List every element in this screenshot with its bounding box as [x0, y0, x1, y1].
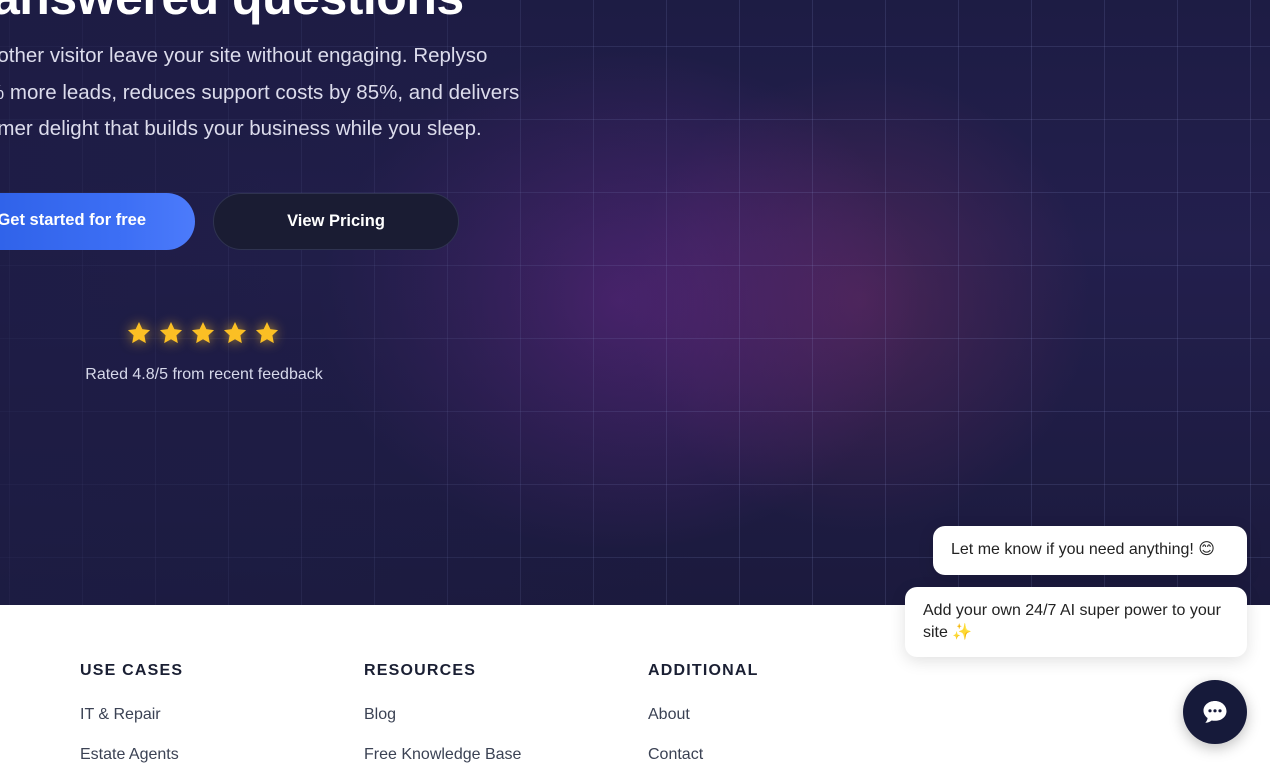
chat-message-greeting[interactable]: Let me know if you need anything! 😊 [933, 526, 1247, 575]
chat-bubble-icon [1203, 701, 1227, 723]
hero-subtext-line: % more leads, reduces support costs by 8… [0, 80, 520, 104]
star-icon [159, 321, 183, 344]
star-icon [255, 321, 279, 344]
view-pricing-button[interactable]: View Pricing [213, 193, 459, 250]
footer-heading-use-cases: USE CASES [80, 662, 184, 679]
star-icon [127, 321, 151, 344]
rating-text: Rated 4.8/5 from recent feedback [85, 366, 323, 383]
footer-heading-resources: RESOURCES [364, 662, 477, 679]
footer-link-estate-agents[interactable]: Estate Agents [80, 746, 179, 764]
rating-stars [126, 320, 280, 346]
star-icon [223, 321, 247, 344]
hero-subtext-line: omer delight that builds your business w… [0, 117, 482, 140]
hero-section: answered questions nother visitor leave … [0, 0, 1270, 605]
footer-heading-additional: ADDITIONAL [648, 662, 759, 679]
hero-subtext-line: nother visitor leave your site without e… [0, 44, 488, 67]
footer-link-about[interactable]: About [648, 706, 690, 724]
chat-launcher-button[interactable] [1183, 680, 1247, 744]
hero-subtext: nother visitor leave your site without e… [0, 38, 546, 148]
get-started-button[interactable]: Get started for free [0, 193, 195, 250]
chat-message-promo[interactable]: Add your own 24/7 AI super power to your… [905, 587, 1247, 657]
footer-link-it-repair[interactable]: IT & Repair [80, 706, 161, 724]
hero-headline: answered questions [0, 0, 464, 26]
star-icon [191, 321, 215, 344]
footer-link-contact[interactable]: Contact [648, 746, 703, 764]
footer-link-blog[interactable]: Blog [364, 706, 396, 724]
footer-link-knowledge-base[interactable]: Free Knowledge Base [364, 746, 521, 764]
